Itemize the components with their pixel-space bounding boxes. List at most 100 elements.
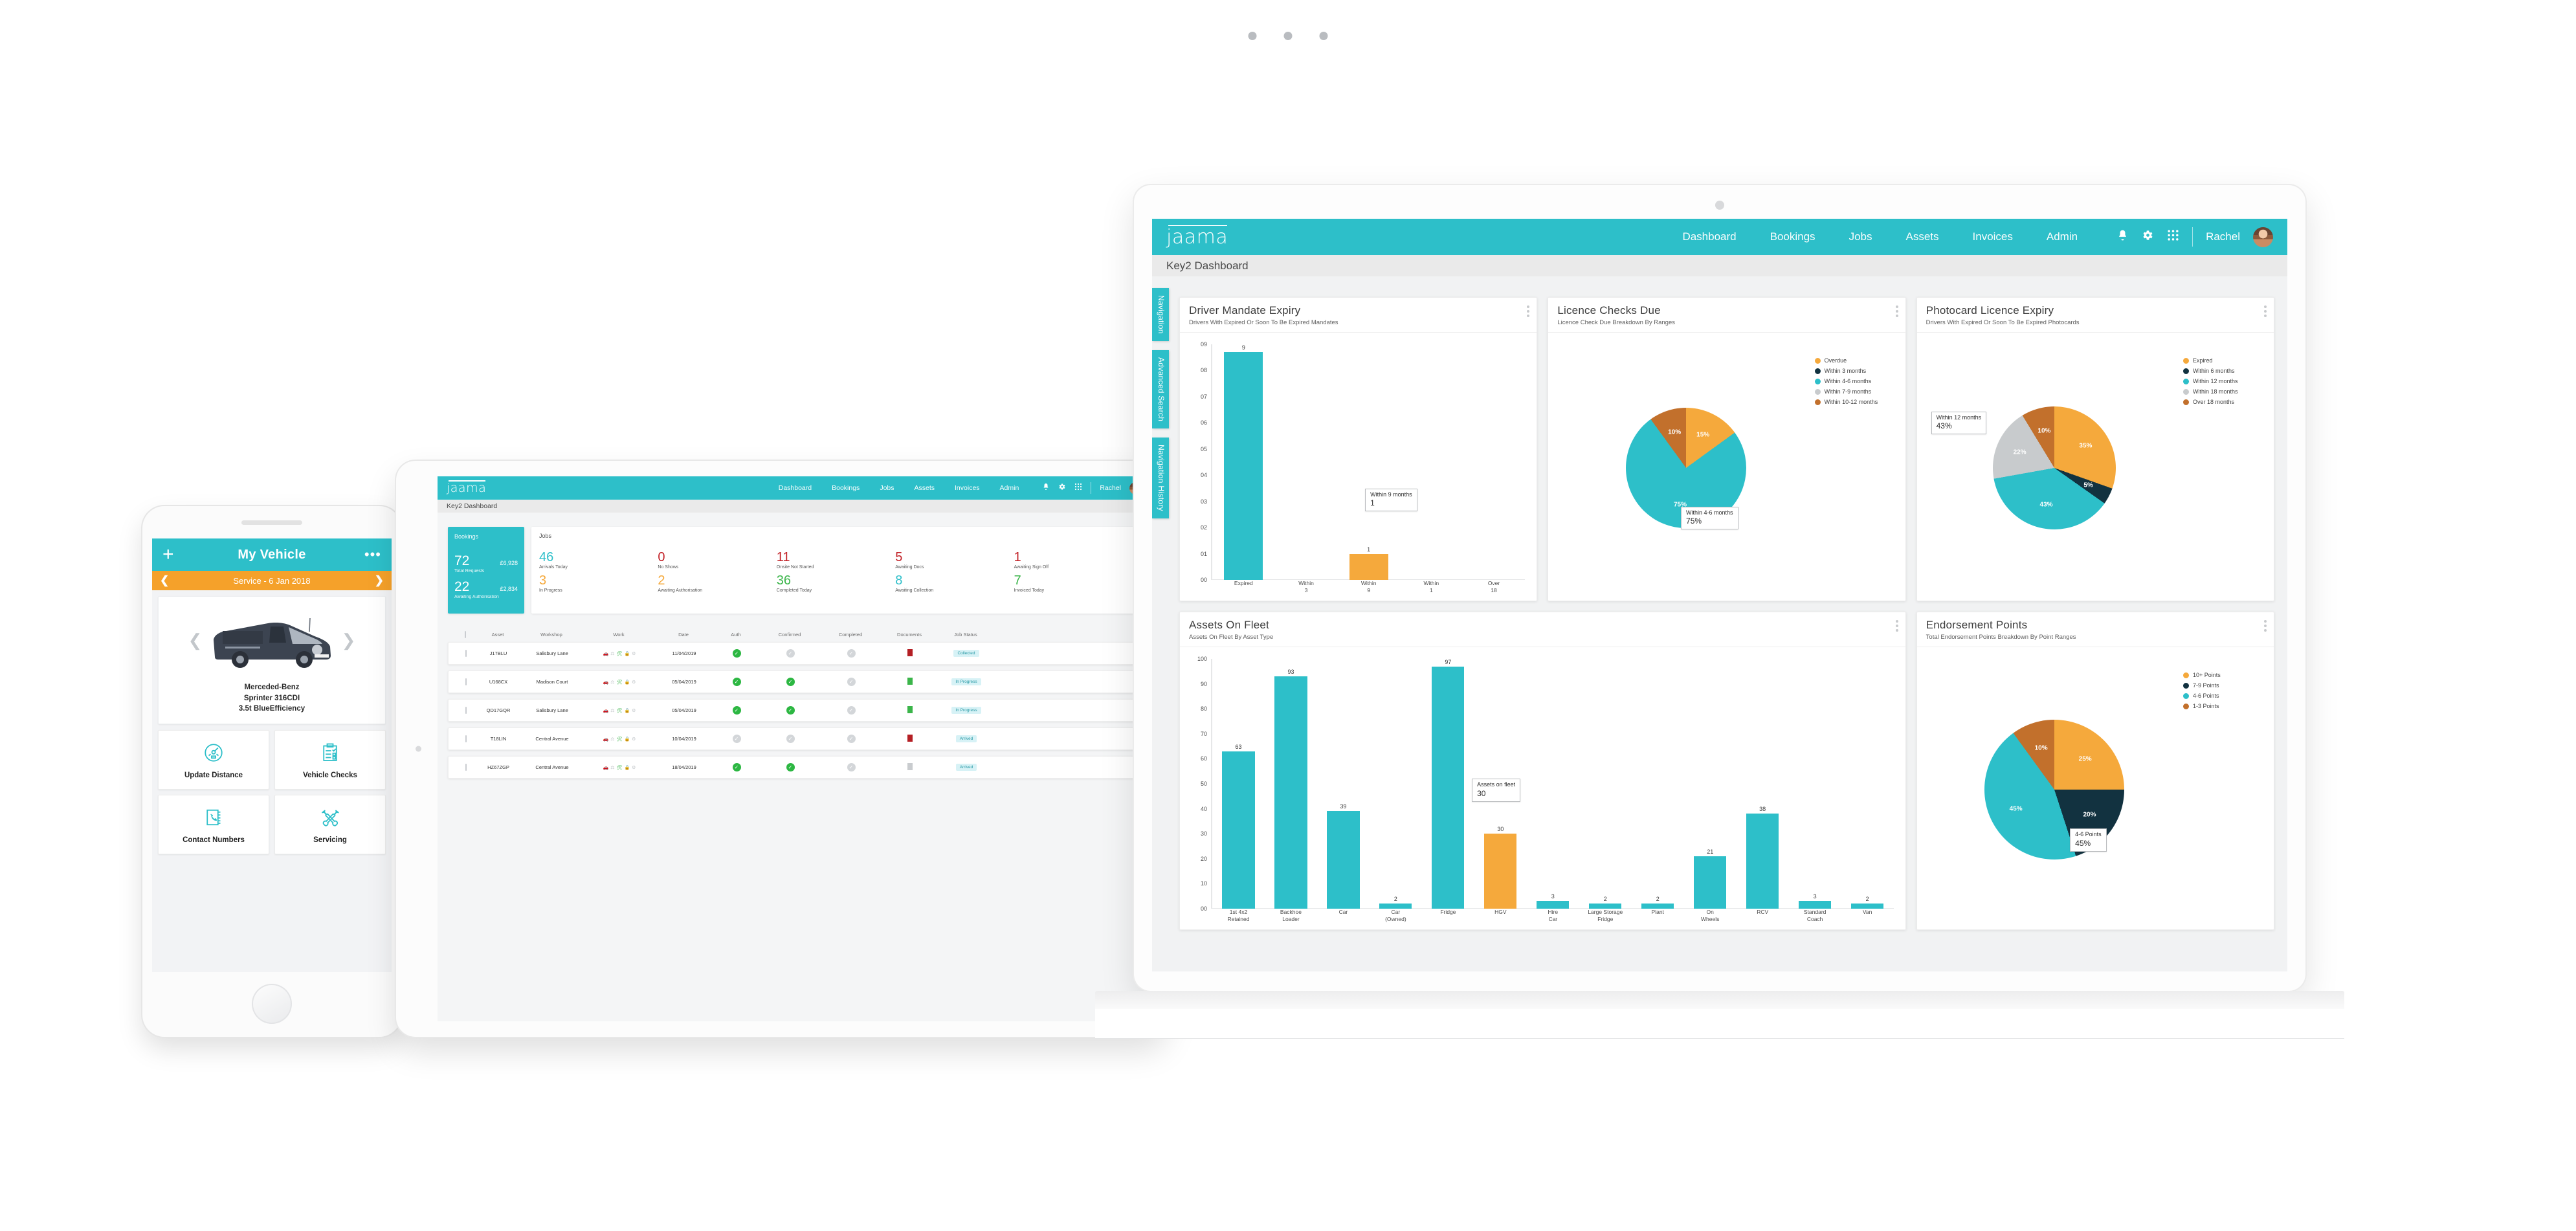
bar-column[interactable]: 21: [1684, 659, 1737, 909]
bar[interactable]: [1641, 904, 1674, 909]
bar[interactable]: [1349, 553, 1388, 580]
work-icon[interactable]: ⚙: [632, 737, 636, 742]
work-icon[interactable]: ⚙: [632, 708, 636, 713]
apps-grid-icon[interactable]: [2167, 229, 2179, 245]
nav-item-dashboard[interactable]: Dashboard: [1682, 230, 1736, 243]
bar[interactable]: [1694, 856, 1727, 909]
job-stat[interactable]: 8 Awaiting Collection: [895, 574, 1014, 593]
job-stat[interactable]: 3 In Progress: [539, 574, 658, 593]
nav-item-jobs[interactable]: Jobs: [880, 484, 894, 492]
panel-menu-icon[interactable]: [2263, 620, 2267, 632]
avatar[interactable]: [2253, 227, 2273, 247]
work-icon[interactable]: ⚖: [610, 680, 614, 685]
prev-service-icon[interactable]: ❮: [160, 574, 174, 587]
work-icon[interactable]: 🚗: [603, 737, 609, 742]
legend-item[interactable]: Within 18 months: [2182, 388, 2262, 395]
nav-item-bookings[interactable]: Bookings: [1770, 230, 1815, 243]
work-icon[interactable]: ⚖: [610, 708, 614, 713]
bar-column[interactable]: 3: [1789, 659, 1841, 909]
legend-item[interactable]: Over 18 months: [2182, 399, 2262, 405]
cell-documents[interactable]: [881, 735, 939, 743]
table-row[interactable]: T18LIN Central Avenue 🚗 ⚖ 🛠 🔒 ⚙ 10/04/2019 ✓ ✓ ✓ Ar…: [448, 727, 1140, 750]
bar[interactable]: [1746, 814, 1779, 909]
jaama-logo[interactable]: jaama: [447, 480, 486, 495]
legend-item[interactable]: 1-3 Points: [2182, 703, 2262, 709]
sidetab-advanced-search[interactable]: Advanced Search: [1152, 349, 1169, 428]
row-checkbox-cell[interactable]: [455, 707, 477, 714]
job-stat[interactable]: 7 Invoiced Today: [1014, 574, 1133, 593]
table-row[interactable]: U168CX Madison Court 🚗 ⚖ 🛠 🔒 ⚙ 05/04/2019 ✓ ✓ ✓ In …: [448, 671, 1140, 693]
bar[interactable]: [1537, 901, 1570, 909]
bar[interactable]: [1222, 751, 1255, 909]
carousel-dot[interactable]: [1248, 32, 1257, 40]
bar-column[interactable]: [1400, 344, 1463, 580]
bar-column[interactable]: 38: [1737, 659, 1789, 909]
work-icon[interactable]: ⚖: [610, 737, 614, 742]
legend-item[interactable]: Within 3 months: [1814, 368, 1894, 374]
work-icon[interactable]: 🛠: [617, 708, 623, 713]
legend-item[interactable]: Within 12 months: [2182, 378, 2262, 384]
document-icon[interactable]: [907, 763, 913, 770]
bar-column[interactable]: 1: [1337, 344, 1400, 580]
gear-icon[interactable]: [2142, 229, 2154, 245]
work-icon[interactable]: 🚗: [603, 708, 609, 713]
document-icon[interactable]: [907, 678, 913, 685]
gear-icon[interactable]: [1058, 482, 1066, 494]
select-all-checkbox[interactable]: [465, 631, 466, 638]
bell-icon[interactable]: [2116, 229, 2129, 245]
pie-chart-licence-checks[interactable]: 15% 75% 10% Within 4-6 months 75% Overdue With…: [1557, 340, 1896, 595]
panel-menu-icon[interactable]: [1895, 620, 1898, 632]
bar[interactable]: [1589, 904, 1622, 909]
phone-more-menu[interactable]: •••: [358, 548, 381, 562]
table-row[interactable]: QD17GQR Salisbury Lane 🚗 ⚖ 🛠 🔒 ⚙ 05/04/2019 ✓ ✓ ✓ I…: [448, 699, 1140, 722]
legend-item[interactable]: Within 6 months: [2182, 368, 2262, 374]
bar[interactable]: [1851, 904, 1884, 909]
bar-column[interactable]: 3: [1527, 659, 1579, 909]
nav-item-assets[interactable]: Assets: [915, 484, 935, 492]
pie-chart-photocard-licence[interactable]: 35% 5% 43% 22% 10% Within 12 months 43% Expired…: [1926, 340, 2265, 595]
add-button[interactable]: +: [162, 545, 186, 564]
bar[interactable]: [1484, 834, 1517, 909]
bar-column[interactable]: 63: [1212, 659, 1265, 909]
tile-update-distance[interactable]: Update Distance: [158, 730, 269, 790]
nav-item-admin[interactable]: Admin: [2047, 230, 2078, 243]
job-stat[interactable]: 5 Awaiting Docs: [895, 551, 1014, 570]
cell-documents[interactable]: [881, 649, 939, 658]
work-icon[interactable]: 🛠: [617, 765, 623, 770]
bar-column[interactable]: 2: [1841, 659, 1894, 909]
legend-item[interactable]: Within 10-12 months: [1814, 399, 1894, 405]
nav-item-jobs[interactable]: Jobs: [1849, 230, 1872, 243]
job-stat[interactable]: 0 No Shows: [658, 551, 776, 570]
carousel-dots[interactable]: [1248, 32, 1328, 40]
sidetab-navigation-history[interactable]: Navigation History: [1152, 437, 1169, 518]
table-row[interactable]: J17BLU Salisbury Lane 🚗 ⚖ 🛠 🔒 ⚙ 11/04/2019 ✓ ✓ ✓ Co…: [448, 642, 1140, 665]
bar-column[interactable]: 93: [1265, 659, 1317, 909]
bar-column[interactable]: 97: [1422, 659, 1474, 909]
work-icon[interactable]: 🚗: [603, 680, 609, 685]
work-icon[interactable]: 🔒: [624, 765, 630, 770]
bar[interactable]: [1799, 901, 1832, 909]
legend-item[interactable]: Within 4-6 months: [1814, 378, 1894, 384]
select-all-cell[interactable]: [454, 631, 476, 638]
job-stat[interactable]: 2 Awaiting Authorisation: [658, 574, 776, 593]
phone-home-button[interactable]: [252, 984, 292, 1024]
user-name[interactable]: Rachel: [1100, 484, 1121, 492]
work-icon[interactable]: 🔒: [624, 651, 630, 656]
work-icon[interactable]: ⚙: [632, 765, 636, 770]
bar-column[interactable]: [1275, 344, 1338, 580]
bar[interactable]: [1274, 676, 1307, 909]
cell-documents[interactable]: [881, 763, 939, 771]
user-name[interactable]: Rachel: [2206, 230, 2240, 243]
document-icon[interactable]: [907, 706, 913, 713]
bar-column[interactable]: 9: [1212, 344, 1275, 580]
row-checkbox-cell[interactable]: [455, 735, 477, 742]
job-stat[interactable]: 46 Arrivals Today: [539, 551, 658, 570]
nav-item-invoices[interactable]: Invoices: [1973, 230, 2013, 243]
bar-column[interactable]: [1463, 344, 1526, 580]
work-icon[interactable]: 🛠: [617, 737, 623, 742]
row-checkbox-cell[interactable]: [455, 764, 477, 771]
bar-chart-assets-on-fleet[interactable]: 100 90 80 70 60 50 40 30 20 10 00 63 93 39 2 97 30 3 2 2 21 3…: [1189, 655, 1896, 924]
row-checkbox[interactable]: [465, 707, 467, 714]
tile-vehicle-checks[interactable]: Vehicle Checks: [274, 730, 386, 790]
next-vehicle-icon[interactable]: ❯: [341, 630, 357, 650]
